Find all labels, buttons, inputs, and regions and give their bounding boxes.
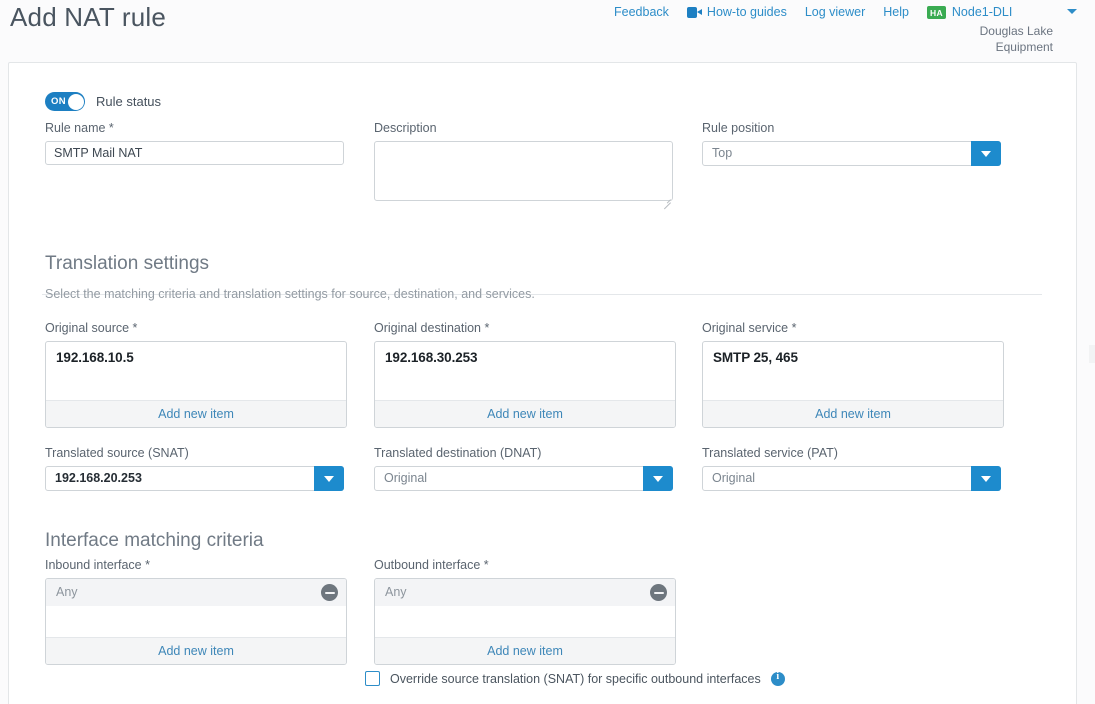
- translated-source-label: Translated source (SNAT): [45, 446, 189, 460]
- rule-status-toggle[interactable]: ON: [45, 92, 85, 111]
- inbound-interface-label: Inbound interface *: [45, 558, 150, 572]
- list-item[interactable]: 192.168.30.253: [385, 350, 478, 365]
- list-item[interactable]: SMTP 25, 465: [713, 350, 798, 365]
- rule-position-select[interactable]: Top: [702, 141, 1001, 166]
- list-item[interactable]: Any: [46, 579, 346, 607]
- original-service-items: SMTP 25, 465: [703, 342, 1003, 400]
- translated-destination-value: Original: [384, 471, 428, 485]
- translation-settings-heading: Translation settings Select the matching…: [45, 252, 535, 303]
- ha-badge: HA: [927, 5, 946, 19]
- panel-edge-marker: [1089, 345, 1095, 363]
- nav-how-to-guides[interactable]: How-to guides: [686, 3, 787, 21]
- nav-help[interactable]: Help: [883, 3, 909, 21]
- translated-destination-field: Translated destination (DNAT) Original: [374, 445, 673, 491]
- nav-how-to-guides-label: How-to guides: [706, 5, 787, 19]
- list-item[interactable]: 192.168.10.5: [56, 350, 134, 365]
- node-selector[interactable]: HA Node1-DLI Douglas Lake Equipment: [927, 3, 1077, 55]
- rule-position-value: Top: [712, 146, 733, 160]
- outbound-interface-label: Outbound interface *: [374, 558, 489, 572]
- original-source-listbox[interactable]: 192.168.10.5 Add new item: [45, 341, 347, 428]
- outbound-interface-listbox[interactable]: Any Add new item: [374, 578, 676, 665]
- translated-destination-label: Translated destination (DNAT): [374, 446, 542, 460]
- chevron-down-icon[interactable]: [643, 466, 673, 491]
- translated-service-select[interactable]: Original: [702, 466, 1001, 491]
- original-service-field: Original service * SMTP 25, 465 Add new …: [702, 320, 1004, 428]
- interface-matching-title: Interface matching criteria: [45, 530, 264, 551]
- chevron-down-icon[interactable]: [971, 141, 1001, 166]
- original-destination-label: Original destination *: [374, 321, 490, 335]
- nav-feedback[interactable]: Feedback: [614, 3, 669, 21]
- original-destination-field: Original destination * 192.168.30.253 Ad…: [374, 320, 676, 428]
- chevron-down-icon[interactable]: [1067, 9, 1077, 14]
- rule-status-row: ON Rule status: [45, 92, 161, 111]
- interface-matching-heading: Interface matching criteria: [45, 529, 264, 553]
- original-source-items: 192.168.10.5: [46, 342, 346, 400]
- rule-name-field: Rule name *: [45, 120, 344, 165]
- override-snat-checkbox[interactable]: [365, 671, 380, 686]
- node-name: Node1-DLI: [951, 5, 1013, 19]
- rule-name-label: Rule name *: [45, 121, 114, 135]
- original-service-listbox[interactable]: SMTP 25, 465 Add new item: [702, 341, 1004, 428]
- translation-settings-subtitle: Select the matching criteria and transla…: [45, 287, 535, 301]
- original-source-field: Original source * 192.168.10.5 Add new i…: [45, 320, 347, 428]
- top-bar: Add NAT rule Feedback How-to guides Log …: [0, 0, 1095, 54]
- outbound-interface-add-new-item[interactable]: Add new item: [375, 637, 675, 664]
- original-destination-listbox[interactable]: 192.168.30.253 Add new item: [374, 341, 676, 428]
- rule-status-state: ON: [51, 96, 67, 107]
- form-card: ON Rule status Rule name * Description: [8, 62, 1077, 704]
- inbound-interface-listbox[interactable]: Any Add new item: [45, 578, 347, 665]
- translated-service-label: Translated service (PAT): [702, 446, 838, 460]
- description-label: Description: [374, 121, 437, 135]
- rule-position-label: Rule position: [702, 121, 775, 135]
- original-destination-items: 192.168.30.253: [375, 342, 675, 400]
- original-service-label: Original service *: [702, 321, 797, 335]
- translated-source-field: Translated source (SNAT) 192.168.20.253: [45, 445, 344, 491]
- remove-item-icon[interactable]: [650, 584, 667, 601]
- rule-position-field: Rule position Top: [702, 120, 1001, 166]
- translated-destination-select[interactable]: Original: [374, 466, 673, 491]
- override-snat-row: Override source translation (SNAT) for s…: [365, 671, 785, 686]
- translated-source-select[interactable]: 192.168.20.253: [45, 466, 344, 491]
- translated-source-value: 192.168.20.253: [55, 471, 142, 485]
- outbound-interface-value: Any: [385, 585, 407, 599]
- outbound-interface-items: Any: [375, 579, 675, 637]
- node-row: HA Node1-DLI: [927, 3, 1077, 21]
- original-destination-add-new-item[interactable]: Add new item: [375, 400, 675, 427]
- translated-service-field: Translated service (PAT) Original: [702, 445, 1001, 491]
- translated-service-value: Original: [712, 471, 756, 485]
- override-snat-label: Override source translation (SNAT) for s…: [390, 671, 761, 686]
- nat-rule-page: Add NAT rule Feedback How-to guides Log …: [0, 0, 1095, 704]
- translation-settings-title: Translation settings: [45, 253, 210, 274]
- description-textarea[interactable]: [374, 141, 673, 201]
- description-field: Description: [374, 120, 673, 210]
- nav-log-viewer[interactable]: Log viewer: [805, 3, 865, 21]
- remove-item-icon[interactable]: [321, 584, 338, 601]
- page-title: Add NAT rule: [10, 2, 167, 32]
- inbound-interface-value: Any: [56, 585, 78, 599]
- chevron-down-icon[interactable]: [971, 466, 1001, 491]
- original-source-add-new-item[interactable]: Add new item: [46, 400, 346, 427]
- original-source-label: Original source *: [45, 321, 138, 335]
- original-service-add-new-item[interactable]: Add new item: [703, 400, 1003, 427]
- rule-name-input[interactable]: [45, 141, 344, 165]
- toggle-knob: [67, 93, 84, 110]
- rule-status-label: Rule status: [96, 94, 162, 109]
- outbound-interface-field: Outbound interface * Any Add new item: [374, 557, 676, 665]
- inbound-interface-field: Inbound interface * Any Add new item: [45, 557, 347, 665]
- inbound-interface-add-new-item[interactable]: Add new item: [46, 637, 346, 664]
- info-icon[interactable]: [770, 671, 785, 686]
- organization-name: Douglas Lake Equipment: [979, 24, 1053, 54]
- chevron-down-icon[interactable]: [314, 466, 344, 491]
- video-icon: [686, 6, 702, 18]
- top-navigation: Feedback How-to guides Log viewer Help H…: [614, 3, 1077, 55]
- list-item[interactable]: Any: [375, 579, 675, 607]
- inbound-interface-items: Any: [46, 579, 346, 637]
